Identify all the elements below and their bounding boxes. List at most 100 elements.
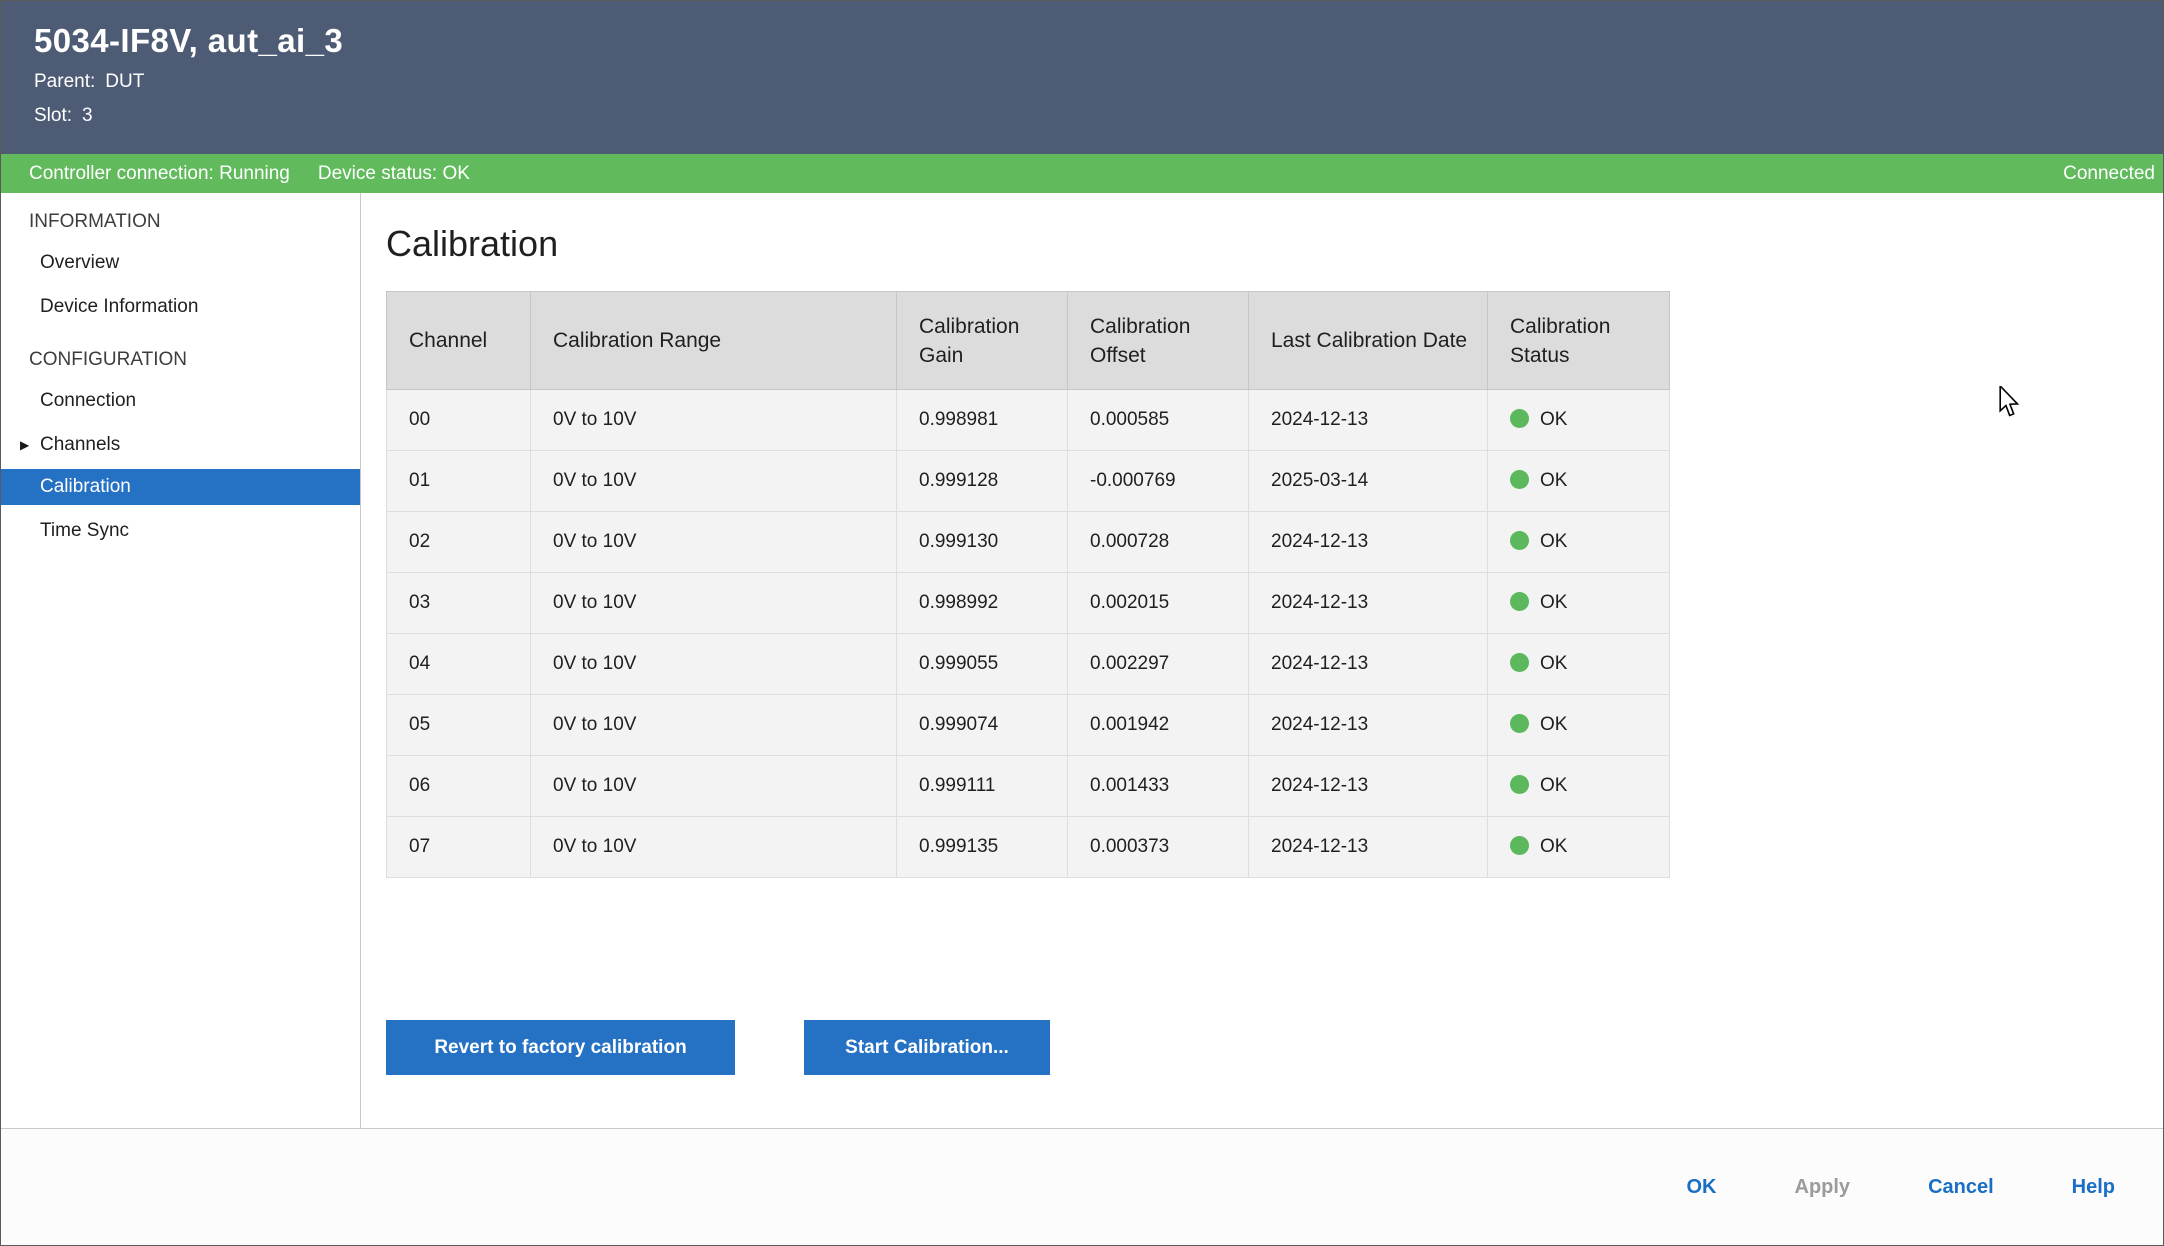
sidebar-section-information: INFORMATION bbox=[1, 199, 360, 243]
cell-gain: 0.999074 bbox=[897, 695, 1068, 756]
table-row: 050V to 10V0.9990740.0019422024-12-13OK bbox=[387, 695, 1670, 756]
cell-offset: 0.002015 bbox=[1068, 573, 1249, 634]
parent-value: DUT bbox=[105, 71, 144, 92]
table-row: 010V to 10V0.999128-0.0007692025-03-14OK bbox=[387, 451, 1670, 512]
table-row: 060V to 10V0.9991110.0014332024-12-13OK bbox=[387, 756, 1670, 817]
column-header-calibration-offset: Calibration Offset bbox=[1068, 292, 1249, 390]
cell-date: 2024-12-13 bbox=[1249, 817, 1488, 878]
cell-channel: 00 bbox=[387, 390, 531, 451]
status-ok-icon bbox=[1510, 531, 1529, 550]
cell-gain: 0.999111 bbox=[897, 756, 1068, 817]
footer-actions: OK Apply Cancel Help bbox=[1, 1128, 2163, 1245]
cell-channel: 04 bbox=[387, 634, 531, 695]
revert-factory-calibration-button[interactable]: Revert to factory calibration bbox=[386, 1020, 735, 1075]
column-header-channel: Channel bbox=[387, 292, 531, 390]
device-status: Device status: OK bbox=[318, 163, 470, 185]
table-row: 030V to 10V0.9989920.0020152024-12-13OK bbox=[387, 573, 1670, 634]
cell-range: 0V to 10V bbox=[531, 634, 897, 695]
cell-gain: 0.999055 bbox=[897, 634, 1068, 695]
cell-channel: 07 bbox=[387, 817, 531, 878]
slot-label: Slot: bbox=[34, 105, 72, 126]
device-parent: Parent:DUT bbox=[34, 71, 2163, 93]
cell-status: OK bbox=[1488, 634, 1670, 695]
cell-date: 2024-12-13 bbox=[1249, 634, 1488, 695]
cell-offset: 0.000373 bbox=[1068, 817, 1249, 878]
device-header: 5034-IF8V, aut_ai_3 Parent:DUT Slot: 3 bbox=[1, 1, 2163, 154]
controller-connection-status: Controller connection: Running bbox=[29, 163, 290, 185]
cell-range: 0V to 10V bbox=[531, 512, 897, 573]
sidebar-item-label: Connection bbox=[40, 390, 136, 411]
sidebar-item-device-information[interactable]: Device Information bbox=[1, 287, 360, 327]
sidebar-nav: INFORMATION Overview Device Information CON… bbox=[1, 193, 361, 1128]
cell-status: OK bbox=[1488, 451, 1670, 512]
cell-offset: 0.000728 bbox=[1068, 512, 1249, 573]
status-ok-icon bbox=[1510, 592, 1529, 611]
calibration-actions: Revert to factory calibration Start Cali… bbox=[386, 1020, 2163, 1075]
cell-range: 0V to 10V bbox=[531, 451, 897, 512]
column-header-last-calibration-date: Last Calibration Date bbox=[1249, 292, 1488, 390]
slot-value: 3 bbox=[82, 105, 93, 126]
help-button[interactable]: Help bbox=[2072, 1176, 2115, 1199]
ok-button[interactable]: OK bbox=[1687, 1176, 1717, 1199]
cell-range: 0V to 10V bbox=[531, 390, 897, 451]
status-label: OK bbox=[1540, 531, 1567, 552]
sidebar-item-label: Time Sync bbox=[40, 520, 129, 541]
cell-offset: -0.000769 bbox=[1068, 451, 1249, 512]
device-slot: Slot: 3 bbox=[34, 105, 2163, 127]
page-title: Calibration bbox=[386, 223, 2163, 265]
cell-gain: 0.999135 bbox=[897, 817, 1068, 878]
table-row: 000V to 10V0.9989810.0005852024-12-13OK bbox=[387, 390, 1670, 451]
start-calibration-button[interactable]: Start Calibration... bbox=[804, 1020, 1050, 1075]
status-ok-icon bbox=[1510, 836, 1529, 855]
cell-channel: 05 bbox=[387, 695, 531, 756]
cell-range: 0V to 10V bbox=[531, 695, 897, 756]
cell-channel: 06 bbox=[387, 756, 531, 817]
status-ok-icon bbox=[1510, 653, 1529, 672]
cell-gain: 0.999130 bbox=[897, 512, 1068, 573]
status-ok-icon bbox=[1510, 714, 1529, 733]
cell-gain: 0.998992 bbox=[897, 573, 1068, 634]
cell-gain: 0.999128 bbox=[897, 451, 1068, 512]
cell-channel: 02 bbox=[387, 512, 531, 573]
status-label: OK bbox=[1540, 592, 1567, 613]
table-row: 040V to 10V0.9990550.0022972024-12-13 OK bbox=[387, 634, 1670, 695]
apply-button[interactable]: Apply bbox=[1795, 1176, 1851, 1199]
status-label: OK bbox=[1540, 714, 1567, 735]
sidebar-item-label: Calibration bbox=[40, 476, 131, 497]
status-ok-icon bbox=[1510, 409, 1529, 428]
table-row: 020V to 10V0.9991300.0007282024-12-13 OK bbox=[387, 512, 1670, 573]
status-label: OK bbox=[1540, 836, 1567, 857]
cell-channel: 01 bbox=[387, 451, 531, 512]
connection-state: Connected bbox=[2063, 163, 2155, 185]
cell-status: OK bbox=[1488, 695, 1670, 756]
cell-offset: 0.002297 bbox=[1068, 634, 1249, 695]
cancel-button[interactable]: Cancel bbox=[1928, 1176, 1994, 1199]
device-title: 5034-IF8V, aut_ai_3 bbox=[34, 21, 2163, 61]
cell-range: 0V to 10V bbox=[531, 756, 897, 817]
sidebar-item-connection[interactable]: Connection bbox=[1, 381, 360, 421]
sidebar-item-overview[interactable]: Overview bbox=[1, 243, 360, 283]
sidebar-item-channels[interactable]: ▶ Channels bbox=[1, 425, 360, 465]
cell-status: OK bbox=[1488, 390, 1670, 451]
status-label: OK bbox=[1540, 470, 1567, 491]
sidebar-item-label: Channels bbox=[40, 434, 120, 455]
status-label: OK bbox=[1540, 653, 1567, 674]
status-bar: Controller connection: Running Device st… bbox=[1, 154, 2163, 193]
cell-status: OK bbox=[1488, 756, 1670, 817]
sidebar-item-time-sync[interactable]: Time Sync bbox=[1, 511, 360, 551]
cell-gain: 0.998981 bbox=[897, 390, 1068, 451]
calibration-table-body: 000V to 10V0.9989810.0005852024-12-13OK0… bbox=[387, 390, 1670, 878]
column-header-calibration-status: Calibration Status bbox=[1488, 292, 1670, 390]
sidebar-item-label: Overview bbox=[40, 252, 119, 273]
cell-offset: 0.000585 bbox=[1068, 390, 1249, 451]
cell-date: 2024-12-13 bbox=[1249, 390, 1488, 451]
sidebar-section-configuration: CONFIGURATION bbox=[1, 337, 360, 381]
cell-date: 2024-12-13 bbox=[1249, 573, 1488, 634]
expand-chevron-icon[interactable]: ▶ bbox=[20, 425, 29, 465]
cell-range: 0V to 10V bbox=[531, 817, 897, 878]
sidebar-item-calibration[interactable]: Calibration bbox=[1, 469, 360, 505]
cell-date: 2024-12-13 bbox=[1249, 756, 1488, 817]
table-row: 070V to 10V0.9991350.0003732024-12-13 OK bbox=[387, 817, 1670, 878]
cell-range: 0V to 10V bbox=[531, 573, 897, 634]
cell-date: 2024-12-13 bbox=[1249, 512, 1488, 573]
